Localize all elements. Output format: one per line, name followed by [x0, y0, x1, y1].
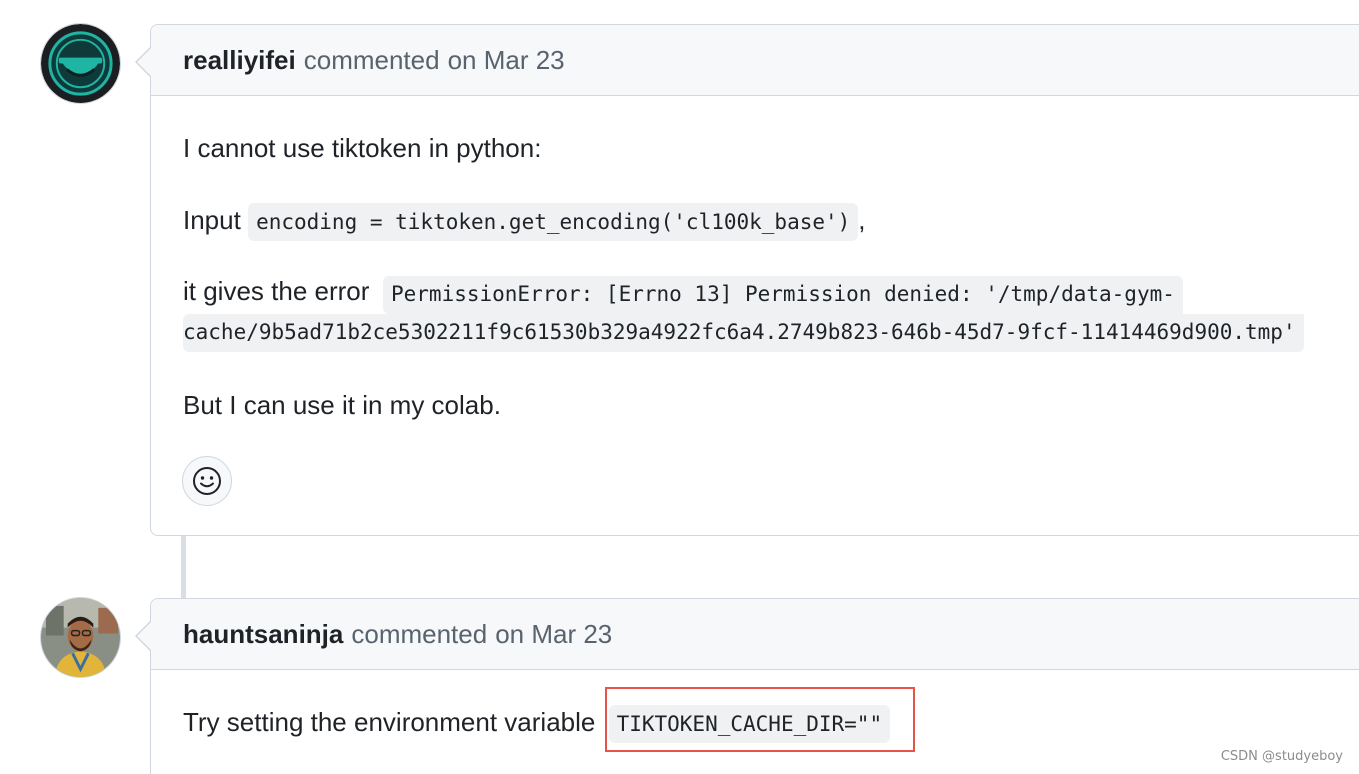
person-avatar-icon: [41, 598, 120, 677]
laughing-man-icon: [41, 24, 120, 103]
inline-text: Input: [183, 205, 241, 235]
comment-body-input-line: Input encoding = tiktoken.get_encoding('…: [183, 203, 866, 241]
avatar-realliyifei[interactable]: [40, 23, 121, 104]
comment-author-link[interactable]: realliyifei: [183, 45, 296, 76]
inline-code-error-part-1: PermissionError: [Errno 13] Permission d…: [383, 276, 1183, 314]
comment-action: commented: [303, 44, 440, 75]
comment-pointer-fill: [137, 47, 152, 77]
comment-date-link[interactable]: on Mar 23: [495, 619, 612, 649]
watermark: CSDN @studyeboy: [1220, 749, 1343, 764]
comment-body-error-prefix: it gives the error: [183, 276, 370, 306]
comment-action: commented: [351, 618, 488, 649]
smiley-icon: [193, 467, 221, 495]
timeline-connector: [181, 536, 186, 598]
comment-date-link[interactable]: on Mar 23: [448, 45, 565, 75]
comment-header-2: hauntsaninja commented on Mar 23: [135, 599, 1359, 670]
comment-card-1: realliyifei commented on Mar 23 I cannot …: [135, 24, 1359, 536]
comment-pointer-fill: [137, 621, 152, 651]
avatar-hauntsaninja[interactable]: [40, 597, 121, 678]
comment-meta: commented on Mar 23: [351, 619, 612, 650]
inline-code-error-part-2: cache/9b5ad71b2ce5302211f9c61530b329a492…: [183, 314, 1304, 352]
comment-body-line: I cannot use tiktoken in python:: [183, 133, 542, 163]
inline-text: Try setting the environment variable: [183, 707, 596, 737]
add-reaction-button[interactable]: [182, 456, 232, 506]
comment-meta: commented on Mar 23: [304, 45, 565, 76]
inline-text: ,: [858, 205, 866, 235]
comment-header-1: realliyifei commented on Mar 23: [135, 25, 1359, 96]
comment-body-line: But I can use it in my colab.: [183, 390, 501, 420]
highlight-box: [605, 687, 915, 752]
inline-code: encoding = tiktoken.get_encoding('cl100k…: [248, 203, 859, 241]
comment-author-link[interactable]: hauntsaninja: [183, 619, 343, 650]
